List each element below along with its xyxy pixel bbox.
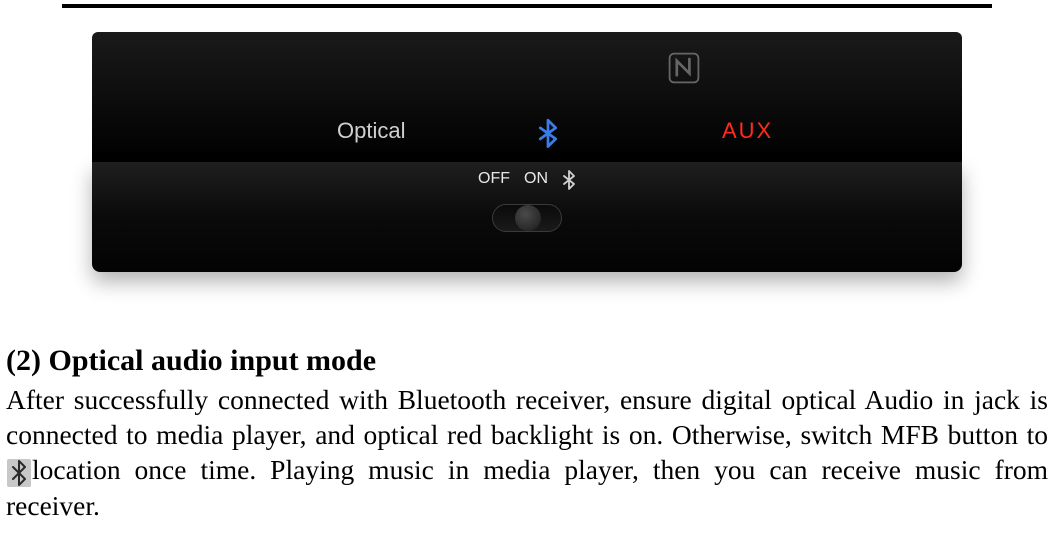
section-heading: (2) Optical audio input mode: [6, 344, 1048, 378]
device-bottom-panel: OFF ON: [92, 162, 962, 272]
device-top-panel: Optical AUX: [92, 32, 962, 162]
bluetooth-icon: [537, 118, 559, 144]
bluetooth-icon: [562, 170, 576, 190]
device-illustration: Optical AUX OFF ON: [92, 32, 962, 272]
bluetooth-icon: [7, 459, 31, 487]
body-text-part1: After successfully connected with Blueto…: [6, 384, 1048, 450]
aux-label: AUX: [722, 118, 773, 144]
content-section: (2) Optical audio input mode After succe…: [0, 316, 1054, 523]
power-switch[interactable]: [492, 204, 562, 232]
product-figure: Optical AUX OFF ON: [62, 4, 992, 316]
optical-label: Optical: [337, 118, 405, 144]
section-body: After successfully connected with Blueto…: [6, 382, 1048, 523]
power-switch-area: OFF ON: [478, 168, 576, 190]
switch-on-label: ON: [524, 170, 548, 188]
figure-container: Optical AUX OFF ON: [0, 0, 1054, 316]
nfc-icon: [666, 50, 702, 86]
switch-off-label: OFF: [478, 170, 510, 188]
body-text-part2: location once time. Playing music in med…: [6, 454, 1048, 520]
switch-knob: [515, 205, 541, 231]
